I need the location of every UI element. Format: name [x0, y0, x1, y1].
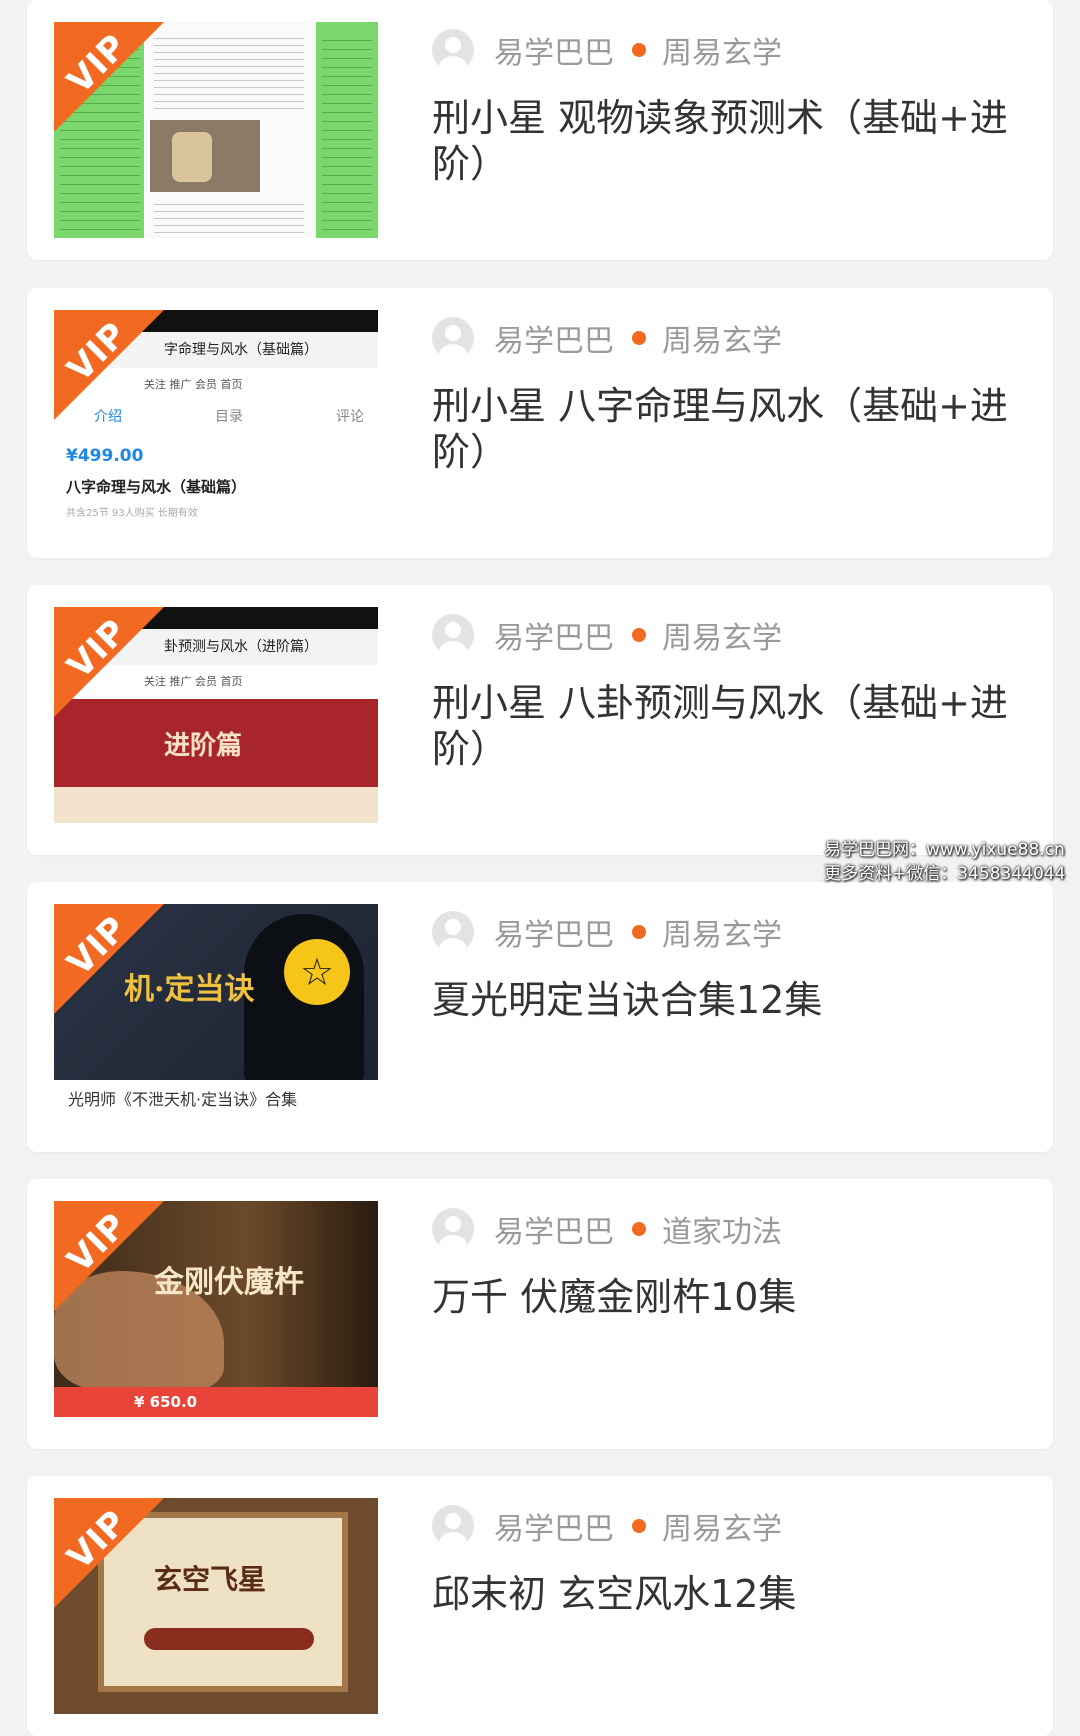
- course-card[interactable]: 字命理与风水（基础篇） 关注 推广 会员 首页 介绍 目录 评论 ¥499.00…: [27, 288, 1053, 558]
- author-name: 易学巴巴: [494, 36, 614, 71]
- thumb-icons-text: 关注 推广 会员 首页: [144, 675, 243, 688]
- course-title[interactable]: 刑小星 八卦预测与风水（基础+进阶）: [432, 680, 1012, 772]
- course-meta: 易学巴巴 周易玄学: [432, 316, 782, 360]
- author-name: 易学巴巴: [494, 1215, 614, 1250]
- thumb-banner-text: 进阶篇: [164, 731, 243, 761]
- course-thumbnail[interactable]: ☆ 机·定当诀 光明师《不泄天机·定当诀》合集 VIP: [54, 904, 378, 1120]
- course-meta: 易学巴巴 周易玄学: [432, 28, 782, 72]
- thumb-caption: 光明师《不泄天机·定当诀》合集: [54, 1080, 378, 1120]
- watermark-line: 易学巴巴网：www.yixue88.cn: [824, 840, 1065, 860]
- category-name[interactable]: 周易玄学: [662, 28, 782, 72]
- course-title[interactable]: 刑小星 八字命理与风水（基础+进阶）: [432, 383, 1012, 475]
- watermark: 易学巴巴网：www.yixue88.cn 更多资料+微信：3458344044: [824, 838, 1065, 886]
- course-meta: 易学巴巴 道家功法: [432, 1207, 782, 1251]
- course-thumbnail[interactable]: 字命理与风水（基础篇） 关注 推广 会员 首页 介绍 目录 评论 ¥499.00…: [54, 310, 378, 526]
- course-title[interactable]: 夏光明定当诀合集12集: [432, 977, 1012, 1023]
- star-icon: ☆: [284, 939, 350, 1005]
- course-meta: 易学巴巴 周易玄学: [432, 1504, 782, 1548]
- course-meta: 易学巴巴 周易玄学: [432, 910, 782, 954]
- category-name[interactable]: 周易玄学: [662, 910, 782, 954]
- thumb-icons-text: 关注 推广 会员 首页: [144, 378, 243, 391]
- separator-dot-icon: [632, 925, 646, 939]
- course-title[interactable]: 邱末初 玄空风水12集: [432, 1571, 1012, 1617]
- course-thumbnail[interactable]: 金刚伏魔杵 ¥ 650.0 VIP: [54, 1201, 378, 1417]
- course-thumbnail[interactable]: VIP: [54, 22, 378, 238]
- separator-dot-icon: [632, 331, 646, 345]
- course-title[interactable]: 万千 伏魔金刚杵10集: [432, 1274, 1012, 1320]
- thumb-board-text: 玄空飞星: [154, 1563, 267, 1596]
- course-card[interactable]: 金刚伏魔杵 ¥ 650.0 VIP 易学巴巴 道家功法 万千 伏魔金刚杵10集: [27, 1179, 1053, 1449]
- course-card[interactable]: 玄空飞星 VIP 易学巴巴 周易玄学 邱末初 玄空风水12集: [27, 1476, 1053, 1736]
- course-thumbnail[interactable]: 卦预测与风水（进阶篇） 关注 推广 会员 首页 进阶篇 VIP: [54, 607, 378, 823]
- author-name: 易学巴巴: [494, 918, 614, 953]
- avatar-icon: [432, 317, 474, 359]
- avatar-icon: [432, 614, 474, 656]
- avatar-icon: [432, 1505, 474, 1547]
- thumb-subtext: 共含25节 93人购买 长期有效: [66, 508, 198, 519]
- separator-dot-icon: [632, 1222, 646, 1236]
- course-meta: 易学巴巴 周易玄学: [432, 613, 782, 657]
- separator-dot-icon: [632, 1519, 646, 1533]
- thumb-price: ¥499.00: [66, 446, 144, 466]
- course-title[interactable]: 刑小星 观物读象预测术（基础+进阶）: [432, 95, 1012, 187]
- category-name[interactable]: 周易玄学: [662, 613, 782, 657]
- category-name[interactable]: 周易玄学: [662, 316, 782, 360]
- thumb-poster-text: 机·定当诀: [124, 972, 255, 1007]
- course-thumbnail[interactable]: 玄空飞星 VIP: [54, 1498, 378, 1714]
- author-name: 易学巴巴: [494, 1512, 614, 1547]
- thumb-price: ¥ 650.0: [54, 1387, 378, 1417]
- avatar-icon: [432, 911, 474, 953]
- course-card[interactable]: VIP 易学巴巴 周易玄学 刑小星 观物读象预测术（基础+进阶）: [27, 0, 1053, 260]
- thumb-product-name: 八字命理与风水（基础篇）: [66, 478, 247, 496]
- author-name: 易学巴巴: [494, 621, 614, 656]
- author-name: 易学巴巴: [494, 324, 614, 359]
- watermark-line: 更多资料+微信：3458344044: [824, 864, 1066, 884]
- course-card[interactable]: 卦预测与风水（进阶篇） 关注 推广 会员 首页 进阶篇 VIP 易学巴巴 周易玄…: [27, 585, 1053, 855]
- separator-dot-icon: [632, 628, 646, 642]
- avatar-icon: [432, 29, 474, 71]
- avatar-icon: [432, 1208, 474, 1250]
- thumb-tabs: 介绍 目录 评论: [94, 409, 364, 425]
- category-name[interactable]: 道家功法: [662, 1207, 782, 1251]
- separator-dot-icon: [632, 43, 646, 57]
- category-name[interactable]: 周易玄学: [662, 1504, 782, 1548]
- thumb-poster-text: 金刚伏魔杵: [154, 1265, 304, 1300]
- course-card[interactable]: ☆ 机·定当诀 光明师《不泄天机·定当诀》合集 VIP 易学巴巴 周易玄学 夏光…: [27, 882, 1053, 1152]
